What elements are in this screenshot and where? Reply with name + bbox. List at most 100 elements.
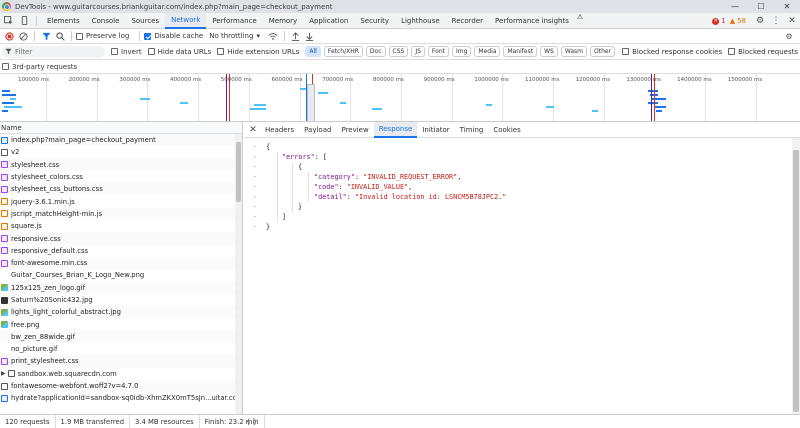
tab-lighthouse[interactable]: Lighthouse <box>395 13 446 29</box>
maximize-button[interactable]: ☐ <box>748 0 774 13</box>
blocked-requests-checkbox[interactable]: Blocked requests <box>728 48 798 56</box>
name-column-header[interactable]: Name <box>0 122 242 134</box>
warnings-badge[interactable]: ▲ 58 <box>730 17 746 25</box>
network-conditions-icon[interactable] <box>266 29 280 43</box>
device-toolbar-icon[interactable] <box>16 13 32 29</box>
close-devtools-icon[interactable]: ✕ <box>784 13 800 29</box>
tab-network[interactable]: Network <box>165 12 207 29</box>
tab-recorder[interactable]: Recorder <box>446 13 489 29</box>
detail-tab-cookies[interactable]: Cookies <box>488 122 525 138</box>
close-detail-icon[interactable]: ✕ <box>246 122 260 138</box>
request-row[interactable]: Guitar_Courses_Brian_K_Logo_New.png <box>0 269 242 281</box>
preserve-log-box[interactable] <box>76 32 83 40</box>
import-har-icon[interactable] <box>289 29 303 43</box>
hide-extension-urls-checkbox[interactable]: Hide extension URLs <box>217 48 299 56</box>
fold-marker[interactable]: - <box>244 143 266 151</box>
invert-checkbox[interactable]: Invert <box>111 48 142 56</box>
blocked-response-cookies-box[interactable] <box>622 48 630 55</box>
tab-application[interactable]: Application <box>303 13 354 29</box>
request-row[interactable]: 125x125_zen_logo.gif <box>0 281 242 294</box>
request-row[interactable]: Saturn%20Sonic432.jpg <box>0 294 242 306</box>
clear-icon[interactable] <box>16 29 30 43</box>
search-icon[interactable] <box>53 29 67 43</box>
record-stop-icon[interactable] <box>2 29 16 43</box>
filter-input[interactable] <box>15 47 105 56</box>
detail-tab-payload[interactable]: Payload <box>299 122 336 138</box>
tab-elements[interactable]: Elements <box>41 13 86 29</box>
request-row[interactable]: stylesheet_colors.css <box>0 171 242 183</box>
request-row[interactable]: fontawesome-webfont.woff2?v=4.7.0 <box>0 379 242 393</box>
request-row[interactable]: jquery-3.6.1.min.js <box>0 195 242 207</box>
filter-chip-wasm[interactable]: Wasm <box>560 46 588 57</box>
errors-badge[interactable]: ✕ 1 <box>712 17 726 25</box>
request-row[interactable]: ▶ sandbox.web.squarecdn.com <box>0 368 242 380</box>
hide-data-urls-box[interactable] <box>147 48 155 55</box>
hide-extension-urls-box[interactable] <box>217 48 225 55</box>
filter-chip-manifest[interactable]: Manifest <box>503 46 538 57</box>
request-row[interactable]: v2 <box>0 146 242 158</box>
expand-caret-icon[interactable]: ▶ <box>1 370 6 377</box>
filter-chip-other[interactable]: Other <box>590 46 616 57</box>
hide-data-urls-checkbox[interactable]: Hide data URLs <box>147 48 211 56</box>
response-scrollbar[interactable] <box>792 138 800 414</box>
request-row[interactable]: index.php?main_page=checkout_payment <box>0 134 242 147</box>
response-scroll-thumb[interactable] <box>793 150 799 412</box>
detail-tab-initiator[interactable]: Initiator <box>417 122 454 138</box>
close-window-button[interactable]: ✕ <box>774 0 800 13</box>
request-list-scroll-thumb[interactable] <box>236 142 241 202</box>
filter-chip-css[interactable]: CSS <box>388 46 409 57</box>
filter-chip-js[interactable]: JS <box>411 46 425 57</box>
third-party-checkbox[interactable]: 3rd-party requests <box>2 63 77 71</box>
request-row[interactable]: stylesheet_css_buttons.css <box>0 183 242 196</box>
fold-marker[interactable]: - <box>244 153 266 161</box>
throttling-select[interactable]: No throttling ▾ <box>209 32 260 40</box>
detail-tab-preview[interactable]: Preview <box>336 122 373 138</box>
blocked-response-cookies-checkbox[interactable]: Blocked response cookies <box>622 48 722 56</box>
filter-chip-all[interactable]: All <box>305 46 321 57</box>
pretty-print-icon[interactable]: { } <box>246 415 257 428</box>
request-row[interactable]: square.js <box>0 220 242 232</box>
filter-chip-font[interactable]: Font <box>427 46 449 57</box>
filter-field[interactable] <box>2 45 105 58</box>
disable-cache-box[interactable] <box>144 32 152 40</box>
export-har-icon[interactable] <box>303 29 317 43</box>
invert-box[interactable] <box>111 48 118 55</box>
filter-chip-fetch-xhr[interactable]: Fetch/XHR <box>323 46 363 57</box>
minimize-button[interactable]: — <box>722 0 748 13</box>
detail-tab-headers[interactable]: Headers <box>260 122 299 138</box>
tab-console[interactable]: Console <box>86 13 126 29</box>
request-row[interactable]: responsive_default.css <box>0 245 242 257</box>
filter-chip-img[interactable]: Img <box>451 46 472 57</box>
response-viewer[interactable]: -{ - "errors": [ -{ - "category": "INVALID… <box>244 138 800 232</box>
request-row[interactable]: jscript_matchHeight-min.js <box>0 207 242 221</box>
filter-icon[interactable] <box>39 29 53 43</box>
request-row[interactable]: stylesheet.css <box>0 158 242 171</box>
more-options-icon[interactable]: ⋮ <box>768 13 784 29</box>
request-row[interactable]: free.png <box>0 318 242 330</box>
filter-chip-doc[interactable]: Doc <box>365 46 386 57</box>
inspect-element-icon[interactable] <box>0 13 16 29</box>
tab-sources[interactable]: Sources <box>125 13 165 29</box>
tab-memory[interactable]: Memory <box>263 13 303 29</box>
request-row[interactable]: lights_light_colorful_abstract.jpg <box>0 306 242 319</box>
request-row[interactable]: responsive.css <box>0 232 242 245</box>
tab-performance[interactable]: Performance <box>206 13 262 29</box>
request-row[interactable]: print_stylesheet.css <box>0 355 242 368</box>
preserve-log-checkbox[interactable]: Preserve log <box>76 32 129 40</box>
request-row[interactable]: no_picture.gif <box>0 343 242 355</box>
request-row[interactable]: bw_zen_88wide.gif <box>0 330 242 344</box>
network-settings-icon[interactable]: ⚙ <box>782 29 796 43</box>
request-row[interactable]: font-awesome.min.css <box>0 256 242 270</box>
request-row[interactable]: hydrate?applicationId=sandbox-sq0idb-Xhm… <box>0 392 242 404</box>
tab-security[interactable]: Security <box>354 13 395 29</box>
fold-marker[interactable]: - <box>244 163 266 171</box>
detail-tab-timing[interactable]: Timing <box>455 122 489 138</box>
network-overview-timeline[interactable]: 100000 ms 200000 ms 300000 ms 400000 ms 5000… <box>0 74 800 122</box>
third-party-box[interactable] <box>2 63 9 70</box>
settings-gear-icon[interactable]: ⚙ <box>752 13 768 29</box>
disable-cache-checkbox[interactable]: Disable cache <box>144 32 203 40</box>
detail-tab-response[interactable]: Response <box>373 122 418 138</box>
filter-chip-ws[interactable]: WS <box>540 46 558 57</box>
blocked-requests-box[interactable] <box>728 48 736 55</box>
request-list-scrollbar[interactable] <box>235 134 242 414</box>
